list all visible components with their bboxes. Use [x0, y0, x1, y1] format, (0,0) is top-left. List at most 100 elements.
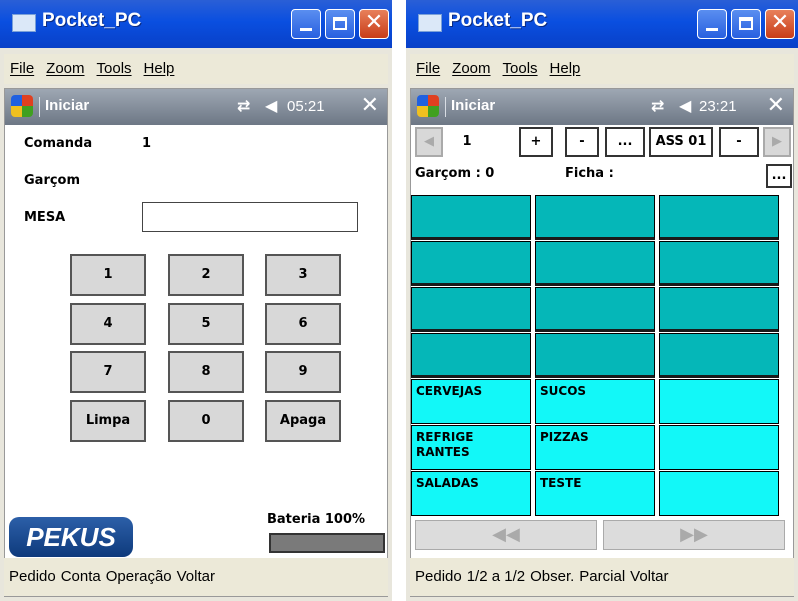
menu-tools[interactable]: Tools: [97, 60, 132, 77]
menu-file[interactable]: File: [10, 60, 34, 77]
grid-cell[interactable]: [411, 195, 531, 240]
category-teste[interactable]: TESTE: [535, 471, 655, 516]
ass-button[interactable]: ASS 01: [649, 127, 713, 157]
category-empty[interactable]: [659, 425, 779, 470]
grid-cell[interactable]: [659, 241, 779, 286]
category-empty[interactable]: [659, 471, 779, 516]
key-apaga[interactable]: Apaga: [265, 400, 341, 442]
softkey-bar: Pedido Conta Operação Voltar: [4, 558, 388, 596]
minus-button-2[interactable]: -: [719, 127, 759, 157]
comanda-value: 1: [142, 136, 152, 151]
softkey-bar: Pedido 1/2 a 1/2 Obser. Parcial Voltar: [410, 558, 794, 596]
category-sucos[interactable]: SUCOS: [535, 379, 655, 424]
window-title: Pocket_PC: [448, 10, 548, 31]
key-2[interactable]: 2: [168, 254, 244, 296]
maximize-button[interactable]: [731, 9, 761, 39]
softkey-parcial[interactable]: Parcial: [579, 568, 625, 585]
clock[interactable]: 23:21: [699, 98, 737, 115]
grid-cell[interactable]: [535, 195, 655, 240]
page-forward-icon[interactable]: ▶▶: [603, 520, 785, 550]
softkey-operacao[interactable]: Operação: [106, 568, 172, 585]
order-number: 1: [447, 127, 487, 157]
plus-button[interactable]: +: [519, 127, 553, 157]
key-3[interactable]: 3: [265, 254, 341, 296]
key-5[interactable]: 5: [168, 303, 244, 345]
next-arrow-icon[interactable]: ▶: [763, 127, 791, 157]
minimize-button[interactable]: [697, 9, 727, 39]
close-icon[interactable]: ✕: [361, 93, 379, 118]
windows-flag-icon[interactable]: [11, 95, 33, 117]
menu-help[interactable]: Help: [550, 60, 581, 77]
window-title: Pocket_PC: [42, 10, 142, 31]
close-button[interactable]: ✕: [359, 9, 389, 39]
connectivity-icon[interactable]: ⇄: [237, 96, 250, 115]
menu-file[interactable]: File: [416, 60, 440, 77]
softkey-pedido[interactable]: Pedido: [9, 568, 56, 585]
softkey-pedido[interactable]: Pedido: [415, 568, 462, 585]
grid-cell[interactable]: [535, 287, 655, 332]
garcom-label: Garçom: [24, 173, 81, 188]
start-label[interactable]: Iniciar: [451, 97, 495, 114]
grid-cell[interactable]: [535, 241, 655, 286]
pocket-pc-window-2: Pocket_PC ✕ File Zoom Tools Help Iniciar ⇄ …: [406, 0, 798, 601]
category-saladas[interactable]: SALADAS: [411, 471, 531, 516]
comanda-label: Comanda: [24, 136, 93, 151]
volume-icon[interactable]: ◀: [679, 96, 691, 115]
category-cervejas[interactable]: CERVEJAS: [411, 379, 531, 424]
app-icon: [12, 14, 36, 32]
pocketpc-nav-bar: Iniciar ⇄ ◀ 05:21 ✕: [5, 89, 387, 125]
key-0[interactable]: 0: [168, 400, 244, 442]
start-label[interactable]: Iniciar: [45, 97, 89, 114]
menu-bar: File Zoom Tools Help: [410, 54, 794, 84]
softkey-obser[interactable]: Obser.: [530, 568, 574, 585]
device-screen: Iniciar ⇄ ◀ 23:21 ✕ ◀ 1 + - ... ASS 01 -…: [410, 88, 794, 597]
menu-tools[interactable]: Tools: [503, 60, 538, 77]
grid-cell[interactable]: [659, 333, 779, 378]
softkey-voltar[interactable]: Voltar: [630, 568, 668, 585]
grid-cell[interactable]: [411, 241, 531, 286]
menu-help[interactable]: Help: [144, 60, 175, 77]
softkey-meio-a-meio[interactable]: 1/2 a 1/2: [467, 568, 525, 585]
more-button[interactable]: ...: [605, 127, 645, 157]
grid-cell[interactable]: [411, 287, 531, 332]
connectivity-icon[interactable]: ⇄: [651, 96, 664, 115]
key-9[interactable]: 9: [265, 351, 341, 393]
ficha-button[interactable]: ...: [766, 164, 792, 188]
softkey-conta[interactable]: Conta: [61, 568, 101, 585]
key-7[interactable]: 7: [70, 351, 146, 393]
key-8[interactable]: 8: [168, 351, 244, 393]
menu-zoom[interactable]: Zoom: [452, 60, 490, 77]
title-bar[interactable]: Pocket_PC ✕: [0, 0, 392, 48]
page-back-icon[interactable]: ◀◀: [415, 520, 597, 550]
key-1[interactable]: 1: [70, 254, 146, 296]
volume-icon[interactable]: ◀: [265, 96, 277, 115]
grid-cell[interactable]: [411, 333, 531, 378]
category-pizzas[interactable]: PIZZAS: [535, 425, 655, 470]
close-button[interactable]: ✕: [765, 9, 795, 39]
key-4[interactable]: 4: [70, 303, 146, 345]
key-6[interactable]: 6: [265, 303, 341, 345]
minimize-button[interactable]: [291, 9, 321, 39]
menu-zoom[interactable]: Zoom: [46, 60, 84, 77]
grid-cell[interactable]: [659, 195, 779, 240]
garcom-label: Garçom : 0: [415, 166, 495, 181]
category-refrigerantes[interactable]: REFRIGE RANTES: [411, 425, 531, 470]
battery-bar: [269, 533, 385, 553]
clock[interactable]: 05:21: [287, 98, 325, 115]
grid-cell[interactable]: [659, 287, 779, 332]
windows-flag-icon[interactable]: [417, 95, 439, 117]
prev-arrow-icon[interactable]: ◀: [415, 127, 443, 157]
app-icon: [418, 14, 442, 32]
grid-cell[interactable]: [535, 333, 655, 378]
softkey-voltar[interactable]: Voltar: [177, 568, 215, 585]
close-icon[interactable]: ✕: [767, 93, 785, 118]
maximize-button[interactable]: [325, 9, 355, 39]
device-screen: Iniciar ⇄ ◀ 05:21 ✕ Comanda 1 Garçom MES…: [4, 88, 388, 597]
key-limpa[interactable]: Limpa: [70, 400, 146, 442]
mesa-input[interactable]: [142, 202, 358, 232]
pekus-logo: PEKUS: [9, 517, 133, 557]
minus-button[interactable]: -: [565, 127, 599, 157]
title-bar[interactable]: Pocket_PC ✕: [406, 0, 798, 48]
category-empty[interactable]: [659, 379, 779, 424]
pocketpc-nav-bar: Iniciar ⇄ ◀ 23:21 ✕: [411, 89, 793, 125]
